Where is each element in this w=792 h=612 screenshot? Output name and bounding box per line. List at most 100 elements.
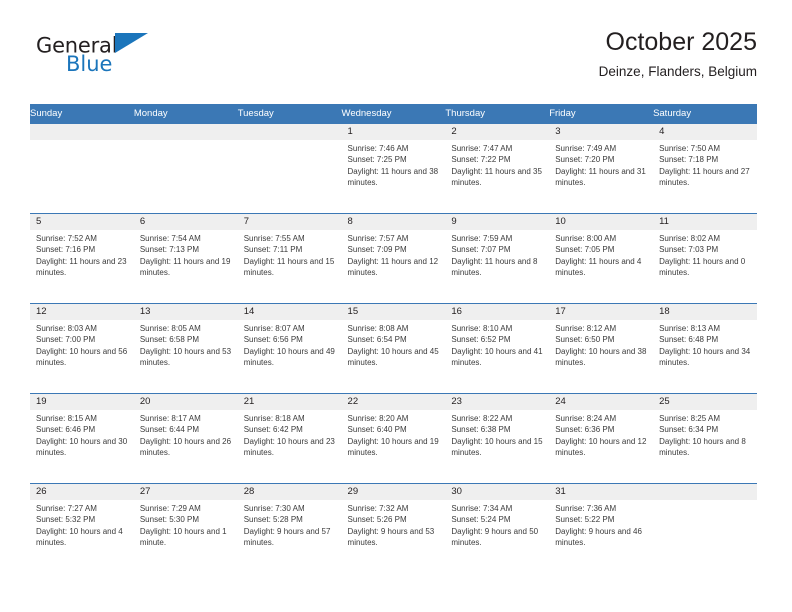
day-sun-details: Sunrise: 8:18 AM Sunset: 6:42 PM Daylight:…: [238, 410, 342, 458]
daylight-text: Daylight: 11 hours and 27 minutes.: [659, 166, 750, 187]
daylight-text: Daylight: 9 hours and 53 minutes.: [347, 526, 435, 547]
calendar-week-row: 12 Sunrise: 8:03 AM Sunset: 7:00 PM Dayligh…: [30, 303, 757, 394]
calendar-day-cell[interactable]: 14 Sunrise: 8:07 AM Sunset: 6:56 PM Dayligh…: [237, 303, 342, 394]
calendar-day-cell[interactable]: 23 Sunrise: 8:22 AM Sunset: 6:38 PM Dayligh…: [445, 393, 550, 484]
sunrise-text: Sunrise: 8:02 AM: [659, 234, 720, 243]
sunrise-text: Sunrise: 7:32 AM: [347, 504, 409, 513]
day-sun-details: Sunrise: 7:36 AM Sunset: 5:22 PM Daylight:…: [549, 500, 653, 548]
calendar-day-cell[interactable]: 29 Sunrise: 7:32 AM Sunset: 5:26 PM Dayligh…: [341, 483, 446, 574]
day-number: 30: [445, 484, 550, 500]
calendar-day-cell[interactable]: 28 Sunrise: 7:30 AM Sunset: 5:28 PM Dayligh…: [237, 483, 342, 574]
day-sun-details: Sunrise: 8:05 AM Sunset: 6:58 PM Daylight:…: [134, 320, 238, 368]
sunrise-text: Sunrise: 7:34 AM: [451, 504, 513, 513]
day-cell-inner: 2 Sunrise: 7:47 AM Sunset: 7:22 PM Daylight…: [445, 124, 550, 213]
day-sun-details: Sunrise: 8:22 AM Sunset: 6:38 PM Daylight:…: [445, 410, 549, 458]
calendar-day-cell[interactable]: 13 Sunrise: 8:05 AM Sunset: 6:58 PM Dayligh…: [133, 303, 238, 394]
sunrise-text: Sunrise: 8:22 AM: [451, 414, 513, 423]
calendar-day-cell[interactable]: 2 Sunrise: 7:47 AM Sunset: 7:22 PM Daylight…: [445, 123, 550, 214]
day-number: 22: [341, 394, 446, 410]
calendar-day-cell[interactable]: 10 Sunrise: 8:00 AM Sunset: 7:05 PM Dayligh…: [549, 213, 654, 304]
daylight-text: Daylight: 10 hours and 4 minutes.: [36, 526, 123, 547]
day-sun-details: Sunrise: 7:52 AM Sunset: 7:16 PM Daylight:…: [30, 230, 134, 278]
day-sun-details: Sunrise: 7:46 AM Sunset: 7:25 PM Daylight:…: [342, 140, 446, 188]
day-sun-details: [30, 140, 134, 143]
calendar-day-cell[interactable]: 30 Sunrise: 7:34 AM Sunset: 5:24 PM Dayligh…: [445, 483, 550, 574]
day-number: 15: [341, 304, 446, 320]
sunrise-sunset-calendar: Sunday Monday Tuesday Wednesday Thursday…: [30, 104, 757, 574]
calendar-day-cell[interactable]: 31 Sunrise: 7:36 AM Sunset: 5:22 PM Dayligh…: [549, 483, 654, 574]
calendar-day-cell[interactable]: 27 Sunrise: 7:29 AM Sunset: 5:30 PM Dayligh…: [133, 483, 238, 574]
sunset-text: Sunset: 6:42 PM: [243, 425, 303, 435]
day-number: [237, 124, 342, 140]
day-sun-details: Sunrise: 8:20 AM Sunset: 6:40 PM Daylight:…: [342, 410, 446, 458]
day-cell-inner: 7 Sunrise: 7:55 AM Sunset: 7:11 PM Daylight…: [237, 214, 342, 303]
sunrise-text: Sunrise: 7:57 AM: [347, 234, 409, 243]
weekday-header-row: Sunday Monday Tuesday Wednesday Thursday…: [30, 104, 757, 124]
calendar-day-cell[interactable]: 6 Sunrise: 7:54 AM Sunset: 7:13 PM Daylight…: [133, 213, 238, 304]
calendar-day-cell[interactable]: 19 Sunrise: 8:15 AM Sunset: 6:46 PM Dayligh…: [30, 393, 134, 484]
day-cell-inner: [653, 484, 757, 574]
calendar-day-cell[interactable]: 15 Sunrise: 8:08 AM Sunset: 6:54 PM Dayligh…: [341, 303, 446, 394]
sunrise-text: Sunrise: 8:10 AM: [451, 324, 513, 333]
day-sun-details: Sunrise: 7:32 AM Sunset: 5:26 PM Daylight:…: [342, 500, 446, 548]
calendar-day-cell[interactable]: 3 Sunrise: 7:49 AM Sunset: 7:20 PM Daylight…: [549, 123, 654, 214]
daylight-text: Daylight: 11 hours and 38 minutes.: [347, 166, 439, 187]
calendar-day-cell[interactable]: 11 Sunrise: 8:02 AM Sunset: 7:03 PM Dayligh…: [653, 213, 757, 304]
day-sun-details: Sunrise: 8:17 AM Sunset: 6:44 PM Daylight:…: [134, 410, 238, 458]
calendar-day-cell[interactable]: 18 Sunrise: 8:13 AM Sunset: 6:48 PM Dayligh…: [653, 303, 757, 394]
calendar-day-cell[interactable]: 8 Sunrise: 7:57 AM Sunset: 7:09 PM Daylight…: [341, 213, 446, 304]
sunrise-text: Sunrise: 8:13 AM: [659, 324, 720, 333]
day-cell-inner: 28 Sunrise: 7:30 AM Sunset: 5:28 PM Dayligh…: [237, 484, 342, 574]
sunrise-text: Sunrise: 7:36 AM: [555, 504, 617, 513]
sunrise-text: Sunrise: 7:50 AM: [659, 144, 720, 153]
day-cell-inner: 31 Sunrise: 7:36 AM Sunset: 5:22 PM Dayligh…: [549, 484, 654, 574]
sunrise-text: Sunrise: 7:30 AM: [243, 504, 305, 513]
sunrise-text: Sunrise: 8:05 AM: [139, 324, 201, 333]
calendar-day-cell[interactable]: 7 Sunrise: 7:55 AM Sunset: 7:11 PM Daylight…: [237, 213, 342, 304]
logo-top-row: General: [36, 32, 216, 58]
daylight-text: Daylight: 10 hours and 34 minutes.: [659, 346, 751, 367]
day-cell-inner: 6 Sunrise: 7:54 AM Sunset: 7:13 PM Daylight…: [133, 214, 238, 303]
sunrise-text: Sunrise: 7:59 AM: [451, 234, 513, 243]
day-sun-details: Sunrise: 8:24 AM Sunset: 6:36 PM Daylight:…: [549, 410, 653, 458]
page-title: October 2025: [605, 28, 758, 56]
calendar-day-cell[interactable]: 22 Sunrise: 8:20 AM Sunset: 6:40 PM Dayligh…: [341, 393, 446, 484]
calendar-day-cell[interactable]: 1 Sunrise: 7:46 AM Sunset: 7:25 PM Daylight…: [341, 123, 446, 214]
calendar-day-cell[interactable]: 5 Sunrise: 7:52 AM Sunset: 7:16 PM Daylight…: [30, 213, 134, 304]
calendar-day-cell[interactable]: 26 Sunrise: 7:27 AM Sunset: 5:32 PM Dayligh…: [30, 483, 134, 574]
day-number: 4: [653, 124, 757, 140]
day-cell-inner: [30, 124, 134, 213]
daylight-text: Daylight: 11 hours and 8 minutes.: [451, 256, 538, 277]
calendar-day-cell[interactable]: 21 Sunrise: 8:18 AM Sunset: 6:42 PM Dayligh…: [237, 393, 342, 484]
calendar-day-cell[interactable]: 16 Sunrise: 8:10 AM Sunset: 6:52 PM Dayligh…: [445, 303, 550, 394]
daylight-text: Daylight: 10 hours and 49 minutes.: [243, 346, 335, 367]
day-number: 18: [653, 304, 757, 320]
calendar-day-cell[interactable]: 20 Sunrise: 8:17 AM Sunset: 6:44 PM Dayligh…: [133, 393, 238, 484]
calendar-day-cell[interactable]: 25 Sunrise: 8:25 AM Sunset: 6:34 PM Dayligh…: [653, 393, 757, 484]
logo-general-text: General: [36, 33, 118, 58]
sunset-text: Sunset: 7:22 PM: [451, 155, 511, 165]
day-sun-details: Sunrise: 8:00 AM Sunset: 7:05 PM Daylight:…: [549, 230, 653, 278]
day-cell-inner: 29 Sunrise: 7:32 AM Sunset: 5:26 PM Dayligh…: [341, 484, 446, 574]
sunset-text: Sunset: 7:03 PM: [659, 245, 719, 255]
daylight-text: Daylight: 10 hours and 30 minutes.: [36, 436, 128, 457]
sunset-text: Sunset: 6:52 PM: [451, 335, 511, 345]
calendar-day-cell[interactable]: 12 Sunrise: 8:03 AM Sunset: 7:00 PM Dayligh…: [30, 303, 134, 394]
calendar-day-cell[interactable]: 17 Sunrise: 8:12 AM Sunset: 6:50 PM Dayligh…: [549, 303, 654, 394]
sunrise-text: Sunrise: 8:12 AM: [555, 324, 617, 333]
calendar-day-cell[interactable]: 24 Sunrise: 8:24 AM Sunset: 6:36 PM Dayligh…: [549, 393, 654, 484]
sunset-text: Sunset: 7:25 PM: [347, 155, 407, 165]
day-number: 5: [30, 214, 134, 230]
day-number: [30, 124, 134, 140]
calendar-day-cell[interactable]: 9 Sunrise: 7:59 AM Sunset: 7:07 PM Daylight…: [445, 213, 550, 304]
daylight-text: Daylight: 10 hours and 53 minutes.: [139, 346, 232, 367]
sunset-text: Sunset: 7:09 PM: [347, 245, 407, 255]
title-block: October 2025 Deinze, Flanders, Belgium: [599, 26, 757, 82]
day-cell-inner: 19 Sunrise: 8:15 AM Sunset: 6:46 PM Dayligh…: [30, 394, 134, 483]
day-cell-inner: 8 Sunrise: 7:57 AM Sunset: 7:09 PM Daylight…: [341, 214, 446, 303]
day-cell-inner: 17 Sunrise: 8:12 AM Sunset: 6:50 PM Dayligh…: [549, 304, 654, 393]
calendar-day-cell[interactable]: 4 Sunrise: 7:50 AM Sunset: 7:18 PM Daylight…: [653, 123, 757, 214]
day-number: 25: [653, 394, 757, 410]
day-cell-inner: 5 Sunrise: 7:52 AM Sunset: 7:16 PM Daylight…: [30, 214, 134, 303]
page-subtitle: Deinze, Flanders, Belgium: [598, 64, 757, 79]
